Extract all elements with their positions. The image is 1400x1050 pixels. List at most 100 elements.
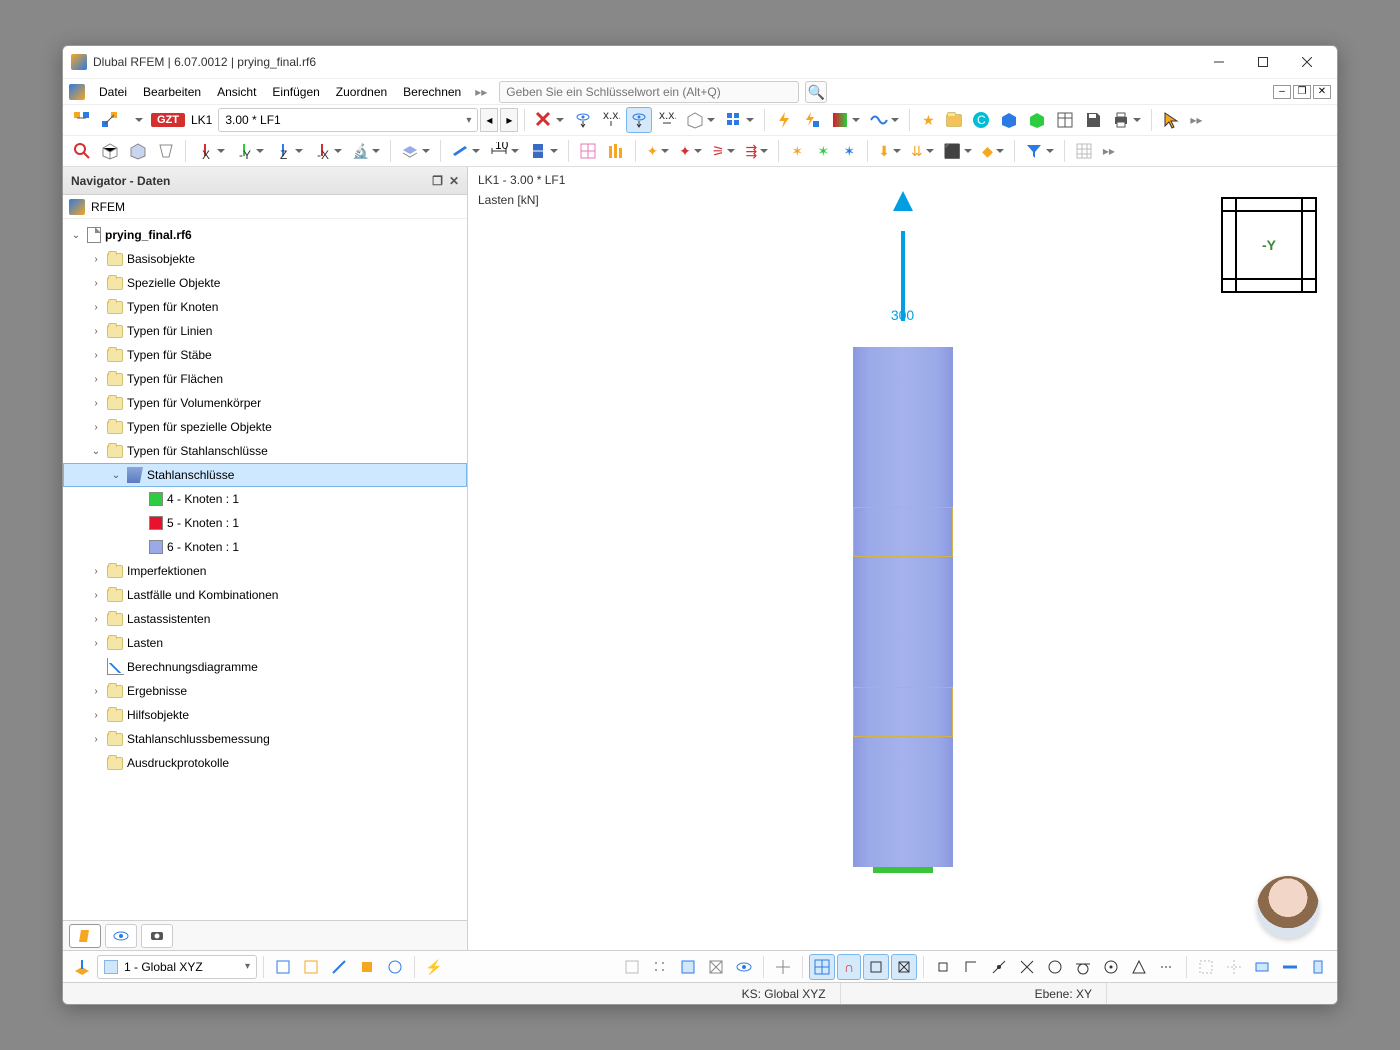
connection-marker-2[interactable] bbox=[853, 687, 953, 737]
tb2-mesh-pink-icon[interactable] bbox=[575, 138, 601, 164]
bt-snap-c-icon[interactable] bbox=[326, 954, 352, 980]
tb2-spark-d-icon[interactable]: ⇶ bbox=[741, 138, 772, 164]
menu-datei[interactable]: Datei bbox=[91, 82, 135, 102]
menu-zuordnen[interactable]: Zuordnen bbox=[328, 82, 395, 102]
bt-osnap-cross-icon[interactable] bbox=[891, 954, 917, 980]
bt-grid-b-icon[interactable] bbox=[647, 954, 673, 980]
tree-item[interactable]: ›Imperfektionen bbox=[63, 559, 467, 583]
tree-item[interactable]: ›Typen für spezielle Objekte bbox=[63, 415, 467, 439]
bt-osnap-circle-icon[interactable] bbox=[1042, 954, 1068, 980]
tb2-dimension-icon[interactable]: 10 bbox=[486, 138, 523, 164]
tree-item-steel-types[interactable]: ⌄Typen für Stahlanschlüsse bbox=[63, 439, 467, 463]
loadcase-combo[interactable]: 3.00 * LF1 ▾ bbox=[218, 108, 478, 132]
tree-item[interactable]: ›Typen für Linien bbox=[63, 319, 467, 343]
tree-item-diagrams[interactable]: Berechnungsdiagramme bbox=[63, 655, 467, 679]
menu-einfuegen[interactable]: Einfügen bbox=[264, 82, 327, 102]
tb2-load-c-icon[interactable]: ⬛ bbox=[940, 138, 976, 164]
bt-osnap-tan-icon[interactable] bbox=[1070, 954, 1096, 980]
bt-eye-icon[interactable] bbox=[731, 954, 757, 980]
bt-guide-a-icon[interactable] bbox=[1193, 954, 1219, 980]
menu-ansicht[interactable]: Ansicht bbox=[209, 82, 264, 102]
keyword-search-input[interactable] bbox=[499, 81, 799, 103]
tb2-gen-c-icon[interactable]: ✶ bbox=[837, 138, 861, 164]
tb2-load-d-icon[interactable]: ◆ bbox=[978, 138, 1008, 164]
tb2-overflow-icon[interactable]: ▸▸ bbox=[1099, 144, 1119, 158]
mdi-restore-button[interactable]: ❐ bbox=[1293, 85, 1311, 99]
bt-osnap-end-icon[interactable] bbox=[930, 954, 956, 980]
bt-osnap-dotted-icon[interactable] bbox=[1154, 954, 1180, 980]
tb2-axis-neg-y-icon[interactable]: -Y bbox=[231, 138, 268, 164]
tb1-star-yellow-icon[interactable]: ★ bbox=[916, 107, 940, 133]
navigator-tab-data[interactable] bbox=[69, 924, 101, 948]
tb1-save-icon[interactable] bbox=[1080, 107, 1106, 133]
model-column[interactable] bbox=[853, 347, 953, 867]
tb2-spark-c-icon[interactable]: ⚞ bbox=[708, 138, 740, 164]
navigator-tab-display[interactable] bbox=[105, 924, 137, 948]
expand-toggle[interactable]: ⌄ bbox=[69, 230, 83, 241]
tb1-xxx-b-icon[interactable]: x.x.x bbox=[654, 107, 680, 133]
bt-osnap-center-icon[interactable] bbox=[1098, 954, 1124, 980]
menu-overflow-icon[interactable]: ▸▸ bbox=[469, 85, 493, 99]
tree-item-stahlanschluesse[interactable]: ⌄Stahlanschlüsse bbox=[63, 463, 467, 487]
tb2-persp-view-icon[interactable] bbox=[153, 138, 179, 164]
bt-grid-c-icon[interactable] bbox=[675, 954, 701, 980]
tb1-blank-dropdown[interactable] bbox=[125, 107, 149, 133]
tb1-lightning-edit-icon[interactable] bbox=[799, 107, 825, 133]
tree-item[interactable]: ›Typen für Flächen bbox=[63, 367, 467, 391]
tb2-grid-toggle-icon[interactable] bbox=[1071, 138, 1097, 164]
tree-item[interactable]: ›Lasten bbox=[63, 631, 467, 655]
tb2-microscope-icon[interactable]: 🔬 bbox=[348, 138, 384, 164]
tree-item[interactable]: ›Spezielle Objekte bbox=[63, 271, 467, 295]
tb2-gen-a-icon[interactable]: ✶ bbox=[785, 138, 809, 164]
mdi-minimize-button[interactable]: – bbox=[1273, 85, 1291, 99]
bt-osnap-rect-icon[interactable] bbox=[863, 954, 889, 980]
bt-snap-d-icon[interactable] bbox=[354, 954, 380, 980]
tb1-table-icon[interactable] bbox=[1052, 107, 1078, 133]
tree-item[interactable]: ›Typen für Volumenkörper bbox=[63, 391, 467, 415]
bt-snap-a-icon[interactable] bbox=[270, 954, 296, 980]
tree-item[interactable]: ›Lastassistenten bbox=[63, 607, 467, 631]
tb2-spark-a-icon[interactable]: ✦ bbox=[642, 138, 673, 164]
tb1-gradient-box-icon[interactable] bbox=[827, 107, 864, 133]
tb2-section-icon[interactable] bbox=[525, 138, 562, 164]
navigator-tab-views[interactable] bbox=[141, 924, 173, 948]
tree-item[interactable]: ›Hilfsobjekte bbox=[63, 703, 467, 727]
tb2-axis-z-icon[interactable]: Z bbox=[270, 138, 307, 164]
loadcase-prev-button[interactable]: ◂ bbox=[480, 108, 498, 132]
tb1-eye-arrow-active-icon[interactable] bbox=[626, 107, 652, 133]
bt-osnap-perp-icon[interactable] bbox=[958, 954, 984, 980]
bt-origin-icon[interactable] bbox=[770, 954, 796, 980]
model-viewport[interactable]: LK1 - 3.00 * LF1 Lasten [kN] 300 -Y bbox=[468, 167, 1337, 950]
tb2-load-a-icon[interactable]: ⬇ bbox=[874, 138, 905, 164]
tb1-delete-red-icon[interactable] bbox=[531, 107, 568, 133]
navigator-root-row[interactable]: RFEM bbox=[63, 195, 467, 219]
tb2-axis-neg-x-icon[interactable]: -X bbox=[309, 138, 346, 164]
tb2-load-b-icon[interactable]: ⇊ bbox=[907, 138, 938, 164]
tb1-lightning-icon[interactable] bbox=[771, 107, 797, 133]
connection-marker-1[interactable] bbox=[853, 507, 953, 557]
menu-berechnen[interactable]: Berechnen bbox=[395, 82, 469, 102]
bt-osnap-near-icon[interactable] bbox=[1126, 954, 1152, 980]
tb1-cube-green-icon[interactable] bbox=[1024, 107, 1050, 133]
tree-item-connection-4[interactable]: 4 - Knoten : 1 bbox=[63, 487, 467, 511]
tb1-wave-icon[interactable] bbox=[866, 107, 903, 133]
bt-osnap-grid-icon[interactable] bbox=[809, 954, 835, 980]
window-minimize-button[interactable] bbox=[1197, 47, 1241, 77]
window-close-button[interactable] bbox=[1285, 47, 1329, 77]
tree-item[interactable]: ›Typen für Stäbe bbox=[63, 343, 467, 367]
assistant-avatar[interactable] bbox=[1257, 876, 1319, 938]
navigator-close-icon[interactable]: ✕ bbox=[449, 174, 459, 188]
tb2-axis-x-icon[interactable]: X bbox=[192, 138, 229, 164]
tree-file-row[interactable]: ⌄ prying_final.rf6 bbox=[63, 223, 467, 247]
tb2-gen-b-icon[interactable]: ✶ bbox=[811, 138, 835, 164]
tb2-layer-icon[interactable] bbox=[397, 138, 434, 164]
bt-guide-b-icon[interactable] bbox=[1221, 954, 1247, 980]
bt-guide-e-icon[interactable] bbox=[1305, 954, 1331, 980]
keyword-search-button[interactable]: 🔍 bbox=[805, 81, 827, 103]
tb1-structure-a-icon[interactable] bbox=[69, 107, 95, 133]
tb1-structure-b-icon[interactable] bbox=[97, 107, 123, 133]
bt-grid-d-icon[interactable] bbox=[703, 954, 729, 980]
view-cube[interactable]: -Y bbox=[1221, 197, 1317, 293]
window-maximize-button[interactable] bbox=[1241, 47, 1285, 77]
tb1-circle-c-icon[interactable]: C bbox=[968, 107, 994, 133]
